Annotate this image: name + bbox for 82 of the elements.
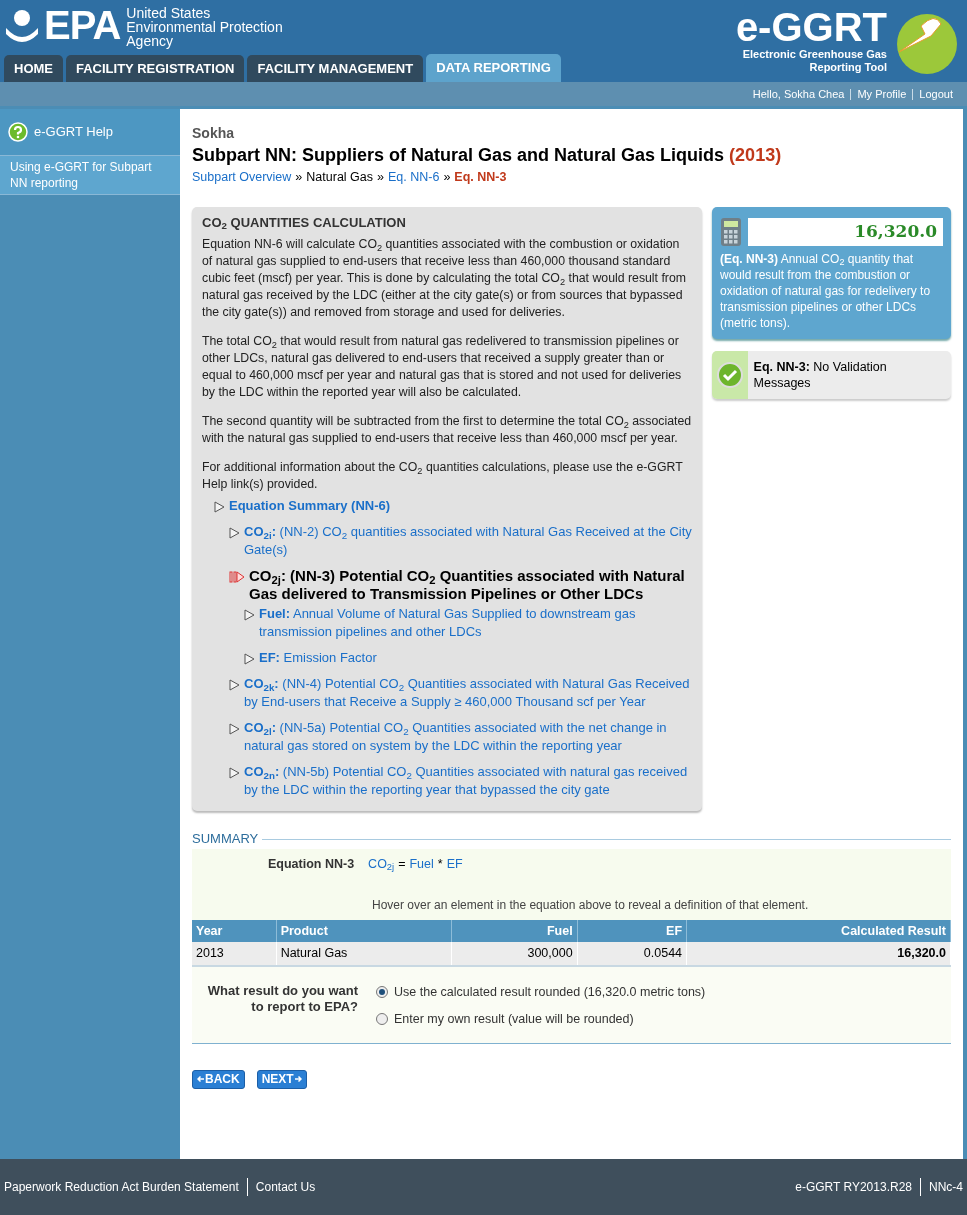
nav-tab[interactable]: FACILITY MANAGEMENT	[247, 55, 424, 82]
nav-tab[interactable]: FACILITY REGISTRATION	[66, 55, 245, 82]
column-header: Fuel	[451, 919, 578, 943]
footer-link[interactable]: Paperwork Reduction Act Burden Statement	[4, 1178, 239, 1196]
agency-name-line: United States	[126, 6, 212, 20]
breadcrumb-item[interactable]: Subpart Overview	[192, 168, 292, 187]
app-subtitle-line: Electronic Greenhouse Gas	[742, 48, 887, 61]
equation-operator: *	[437, 855, 443, 873]
equation-term[interactable]: EF	[446, 854, 463, 874]
tree-link[interactable]: CO$_{2l}$: (NN-5a) Potential CO$_{2}$ Quantities associated with the net change in natural gas stored on system by the LDC within the reporting year	[244, 719, 692, 756]
agency-name-line: Environmental Protection	[126, 20, 283, 34]
info-paragraph: Equation NN-6 will calculate CO$_{2}$ quantities associated with the combustion or oxidation of natural gas supplied to end-users that receive less than 460,000 thousand standard cubic feet (mscf) per year. This is done by calculating the total CO$_{2}$ that would result from natural gas received by the LDC (either at the city gate(s) or from sources that bypassed the city gate(s)) and removed from storage and used for deliveries.	[202, 236, 688, 322]
triangle-icon	[214, 501, 225, 514]
column-header: Year	[192, 919, 277, 943]
radio-button[interactable]	[376, 1013, 388, 1026]
table-cell: 16,320.0	[686, 942, 951, 966]
result-description: (Eq. NN-3) Annual CO$_{2}$ quantity that would result from the combustion or oxidation of natural gas for redelivery to transmission pipelines or other LDCs (metric tons).	[720, 250, 932, 331]
triangle-icon	[229, 527, 240, 540]
tree-link[interactable]: CO$_{2n}$: (NN-5b) Potential CO$_{2}$ Quantities associated with natural gas received by the LDC within the reporting year that bypassed the city gate	[244, 763, 692, 800]
breadcrumb-item: Eq. NN-3	[454, 169, 507, 186]
left-arrow-icon	[197, 1075, 205, 1083]
app-logo-text: e-GGRT	[735, 6, 887, 48]
validation-message: Eq. NN-3: No Validation Messages	[752, 358, 888, 392]
breadcrumb-separator: »	[443, 169, 451, 186]
triangle-icon	[244, 609, 255, 622]
tree-link[interactable]: CO$_{2i}$: (NN-2) CO$_{2}$ quantities associated with Natural Gas Received at the City Gate(s)	[244, 523, 692, 560]
radio-button[interactable]	[376, 986, 388, 999]
table-cell: 300,000	[451, 942, 578, 966]
section-heading: SUMMARY	[192, 830, 259, 849]
triangle-icon	[229, 723, 240, 736]
facility-name: Sokha	[192, 124, 235, 143]
breadcrumb-item: Natural Gas	[306, 169, 373, 186]
equation-operator: =	[398, 855, 406, 873]
tree-link[interactable]: EF: Emission Factor	[259, 649, 377, 668]
next-button[interactable]: NEXT	[256, 1069, 307, 1089]
help-link[interactable]: Using e-GGRT for Subpart NN reporting	[0, 156, 180, 195]
help-header[interactable]: e-GGRT Help	[0, 109, 180, 156]
nav-tab[interactable]: DATA REPORTING	[426, 54, 561, 82]
app-subtitle-line: Reporting Tool	[809, 61, 887, 74]
radio-option[interactable]: Enter my own result (value will be rounded)	[376, 1009, 706, 1029]
equation-term[interactable]: Fuel	[409, 854, 434, 874]
table-cell: 0.0544	[577, 942, 687, 966]
right-arrow-icon	[293, 1075, 302, 1083]
result-value: 16,320.0	[748, 218, 943, 246]
equation-term[interactable]: CO$_{2j}$	[368, 854, 395, 874]
nav-tab[interactable]: HOME	[4, 55, 63, 82]
panel-heading: CO$_{2}$ QUANTITIES CALCULATION	[202, 213, 407, 233]
breadcrumb-item[interactable]: Eq. NN-6	[387, 168, 440, 187]
triangle-icon	[229, 679, 240, 692]
user-link[interactable]: Logout	[912, 88, 953, 100]
page-title: Subpart NN: Suppliers of Natural Gas and Natural Gas Liquids (2013)	[192, 144, 783, 166]
triangle-icon	[244, 653, 255, 666]
equation-label: Equation NN-3	[268, 855, 355, 873]
calculator-icon	[720, 216, 742, 247]
breadcrumb-separator: »	[377, 169, 384, 186]
table-cell: 2013	[192, 942, 277, 966]
tree-link[interactable]: CO$_{2k}$: (NN-4) Potential CO$_{2}$ Quantities associated with Natural Gas Received by End-users that Receive a Supply ≥ 460,000 Thousand scf per Year	[244, 675, 692, 712]
user-link[interactable]: My Profile	[850, 88, 907, 100]
current-arrow-icon	[229, 571, 245, 584]
breadcrumb-separator: »	[295, 169, 303, 186]
check-icon	[716, 361, 743, 388]
footer-link[interactable]: Contact Us	[246, 1178, 316, 1196]
greeting-text: Hello, Sokha Chea	[752, 88, 845, 100]
back-button[interactable]: BACK	[192, 1069, 245, 1089]
tree-link[interactable]: CO$_{2j}$: (NN-3) Potential CO$_{2}$ Quantities associated with Natural Gas delivered to Transmission Pipelines or Other LDCs	[249, 567, 692, 604]
info-paragraph: The total CO$_{2}$ that would result from natural gas redelivered to transmission pipelines or other LDCs, natural gas delivered to end-users that received a supply greater than or equal to 460,000 mscf per year and natural gas that is stored and not used for deliveries by the LDC within the reported year will also be calculated.	[202, 333, 683, 402]
epa-logo-text: EPA	[44, 6, 121, 44]
version-text: NNc-4	[920, 1178, 963, 1196]
info-paragraph: The second quantity will be subtracted from the first to determine the total CO$_{2}$ associated with the natural gas supplied to end-users that receive less than 460,000 mscf per year.	[202, 413, 692, 448]
tree-link[interactable]: Fuel: Annual Volume of Natural Gas Supplied to downstream gas transmission pipelines and other LDCs	[259, 605, 692, 642]
help-icon	[8, 122, 28, 142]
info-paragraph: For additional information about the CO$_{2}$ quantities calculations, please use the e-GGRT Help link(s) provided.	[202, 459, 684, 494]
triangle-icon	[229, 767, 240, 780]
radio-option[interactable]: Use the calculated result rounded (16,320.0 metric tons)	[376, 983, 706, 1002]
question-label: What result do you want to report to EPA?	[206, 983, 358, 1016]
agency-name-line: Agency	[126, 34, 174, 48]
version-text: e-GGRT RY2013.R28	[795, 1179, 912, 1196]
table-cell: Natural Gas	[276, 942, 452, 966]
hover-hint: Hover over an element in the equation above to reveal a definition of that element.	[371, 896, 810, 914]
column-header: Product	[276, 919, 452, 943]
tree-link[interactable]: Equation Summary (NN-6)	[229, 497, 391, 516]
column-header: Calculated Result	[686, 919, 951, 943]
